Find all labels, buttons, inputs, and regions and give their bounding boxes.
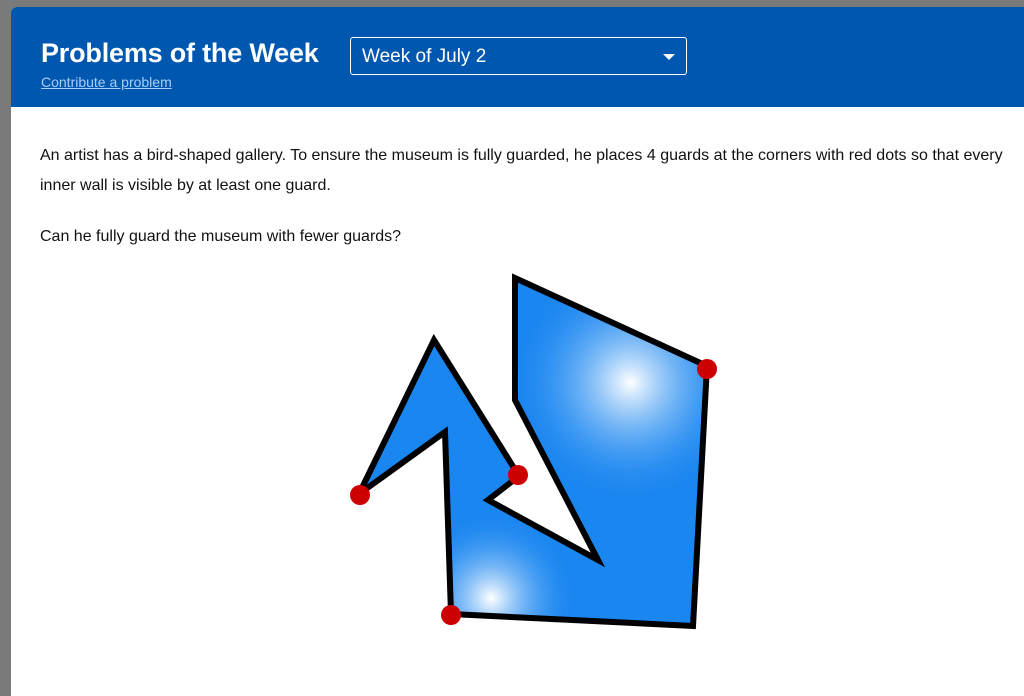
guard-dot (441, 605, 461, 625)
guard-dot (508, 465, 528, 485)
gallery-diagram (350, 273, 717, 630)
guard-dot (697, 359, 717, 379)
gallery-highlight-lower (359, 278, 707, 626)
guard-dot (350, 485, 370, 505)
